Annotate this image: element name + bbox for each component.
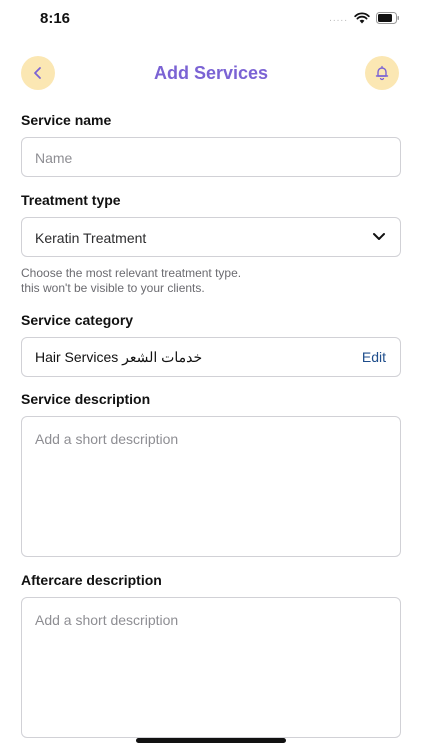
- signal-icon: .....: [329, 12, 348, 24]
- home-indicator: [136, 738, 286, 743]
- status-bar: 8:16 .....: [0, 0, 422, 40]
- service-name-input[interactable]: Name: [21, 137, 401, 177]
- chevron-down-icon: [373, 233, 385, 240]
- aftercare-description-label: Aftercare description: [21, 572, 162, 588]
- hint-line-1: Choose the most relevant treatment type.: [21, 266, 242, 280]
- treatment-type-hint: Choose the most relevant treatment type.…: [21, 266, 241, 296]
- status-time: 8:16: [40, 10, 71, 27]
- aftercare-description-placeholder: Add a short description: [35, 612, 179, 628]
- notifications-button[interactable]: [365, 56, 399, 90]
- edit-category-button[interactable]: Edit: [362, 349, 386, 365]
- hint-line-2: this won't be visible to your clients.: [21, 281, 205, 295]
- page-title: Add Services: [153, 63, 269, 83]
- aftercare-description-textarea[interactable]: Add a short description: [21, 597, 401, 738]
- service-description-label: Service description: [21, 391, 151, 407]
- battery-icon: [376, 12, 399, 24]
- service-description-textarea[interactable]: Add a short description: [21, 416, 401, 557]
- service-category-field: Hair Services خدمات الشعر Edit: [21, 337, 401, 377]
- service-category-label: Service category: [21, 312, 134, 328]
- treatment-type-value: Keratin Treatment: [35, 230, 147, 246]
- service-description-placeholder: Add a short description: [35, 431, 179, 447]
- treatment-type-select[interactable]: Keratin Treatment: [21, 217, 401, 257]
- service-name-label: Service name: [21, 112, 112, 128]
- bell-icon: [375, 65, 389, 81]
- service-category-value: Hair Services خدمات الشعر: [35, 349, 203, 365]
- service-name-placeholder: Name: [35, 150, 73, 166]
- treatment-type-label: Treatment type: [21, 192, 121, 208]
- nav-bar: Add Services: [0, 56, 422, 90]
- status-icons: .....: [329, 12, 400, 24]
- wifi-icon: [354, 12, 370, 24]
